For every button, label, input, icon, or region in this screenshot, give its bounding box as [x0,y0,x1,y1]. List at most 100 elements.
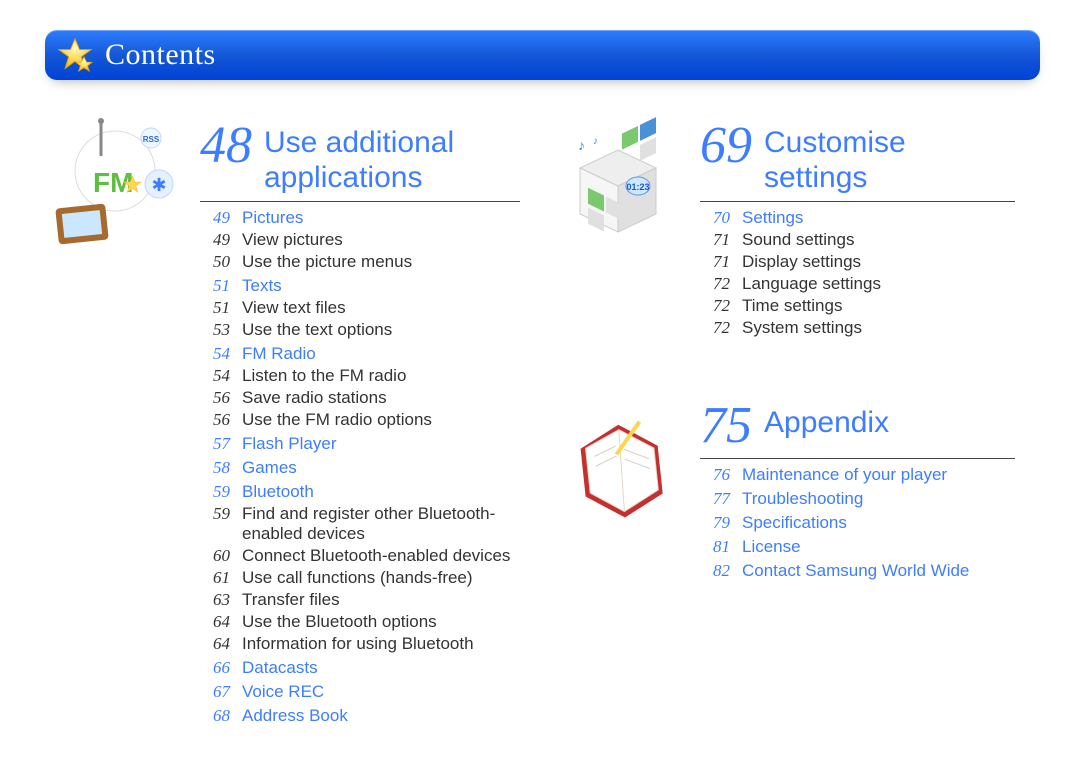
toc-item[interactable]: 60Connect Bluetooth-enabled devices [200,546,520,566]
toc-label: Flash Player [242,434,520,454]
toc-item[interactable]: 56 Save radio stations [200,388,520,408]
toc-section[interactable]: 66Datacasts [200,658,520,678]
left-column: RSS ✱ FM 48 Use additional applications [45,120,545,728]
toc-page-number: 71 [700,230,730,250]
toc-item[interactable]: 71Display settings [700,252,1015,272]
toc-page-number: 82 [700,561,730,581]
chapter-heading-appendix[interactable]: 75 Appendix [700,400,1015,452]
svg-text:✱: ✱ [151,175,166,195]
toc-label: Save radio stations [242,388,520,408]
toc-item[interactable]: 64Use the Bluetooth options [200,612,520,632]
toc-label: Time settings [742,296,1015,316]
notebook-icon [568,420,668,520]
toc-label: Games [242,458,520,478]
toc-page-number: 51 [200,298,230,318]
toc-item[interactable]: 54Listen to the FM radio [200,366,520,386]
toc-label: Voice REC [242,682,520,702]
toc-section[interactable]: 49Pictures [200,208,520,228]
toc-item[interactable]: 51 View text files [200,298,520,318]
toc-page-number: 66 [200,658,230,678]
toc-label: Use the FM radio options [242,410,520,430]
toc-page-number: 63 [200,590,230,610]
chapter-page-number: 69 [700,120,752,172]
toc-item[interactable]: 61Use call functions (hands-free) [200,568,520,588]
right-column: ♪ ♪ [545,120,1040,728]
divider [200,201,520,202]
chapter-heading-customise-settings[interactable]: 69 Customise settings [700,120,1015,195]
toc-section[interactable]: 77Troubleshooting [700,489,1015,509]
toc-item[interactable]: 59Find and register other Bluetooth-enab… [200,504,520,544]
toc-item[interactable]: 53Use the text options [200,320,520,340]
toc-section[interactable]: 59 Bluetooth [200,482,520,502]
toc-page-number: 56 [200,410,230,430]
toc-item[interactable]: 63 Transfer files [200,590,520,610]
toc-section[interactable]: 79Specifications [700,513,1015,533]
toc-item[interactable]: 56 Use the FM radio options [200,410,520,430]
toc-item[interactable]: 50Use the picture menus [200,252,520,272]
toc-item[interactable]: 71 Sound settings [700,230,1015,250]
toc-label: Sound settings [742,230,1015,250]
toc-label: Language settings [742,274,1015,294]
chapter-page-number: 48 [200,120,252,172]
toc-page-number: 72 [700,296,730,316]
divider [700,201,1015,202]
toc-section[interactable]: 57Flash Player [200,434,520,454]
svg-text:♪: ♪ [593,136,598,147]
toc-label: Information for using Bluetooth [242,634,520,654]
chapter-title: Use additional applications [264,126,520,195]
toc-section[interactable]: 81 License [700,537,1015,557]
chapter-heading-additional-apps[interactable]: 48 Use additional applications [200,120,520,195]
chapter-icon-cell [545,400,700,583]
svg-text:01:23: 01:23 [626,182,649,192]
toc-page-number: 81 [700,537,730,557]
toc-item[interactable]: 72 System settings [700,318,1015,338]
toc-label: Bluetooth [242,482,520,502]
rubiks-cube-icon: ♪ ♪ [568,140,668,240]
toc-section[interactable]: 70Settings [700,208,1015,228]
toc-item[interactable]: 49View pictures [200,230,520,250]
toc-page-number: 56 [200,388,230,408]
toc-page-number: 79 [700,513,730,533]
chapter-page-number: 75 [700,400,752,452]
toc-label: Maintenance of your player [742,465,1015,485]
toc-section[interactable]: 67 Voice REC [200,682,520,702]
toc-item[interactable]: 72 Language settings [700,274,1015,294]
toc-page-number: 50 [200,252,230,272]
toc-section[interactable]: 58 Games [200,458,520,478]
chapter-title: Appendix [764,406,889,441]
toc-label: License [742,537,1015,557]
right-block-settings: ♪ ♪ [545,120,1040,340]
toc-page-number: 59 [200,482,230,502]
page-body: RSS ✱ FM 48 Use additional applications [45,120,1040,728]
toc-section[interactable]: 68Address Book [200,706,520,726]
toc-page-number: 58 [200,458,230,478]
toc-page-number: 67 [200,682,230,702]
right2-content: 75 Appendix 76 Maintenance of your player… [700,400,1040,583]
toc-section[interactable]: 82 Contact Samsung World Wide [700,561,1015,581]
toc-list-left: 49Pictures49View pictures50Use the pictu… [200,208,520,726]
toc-label: System settings [742,318,1015,338]
toc-section[interactable]: 51Texts [200,276,520,296]
toc-page-number: 76 [700,465,730,485]
toc-label: View text files [242,298,520,318]
toc-item[interactable]: 64Information for using Bluetooth [200,634,520,654]
toc-label: Contact Samsung World Wide [742,561,1015,581]
toc-page-number: 70 [700,208,730,228]
toc-item[interactable]: 72 Time settings [700,296,1015,316]
toc-section[interactable]: 76 Maintenance of your player [700,465,1015,485]
toc-section[interactable]: 54FM Radio [200,344,520,364]
toc-page-number: 77 [700,489,730,509]
left-content: 48 Use additional applications 49Picture… [200,120,545,728]
toc-page-number: 51 [200,276,230,296]
toc-list-customise: 70Settings71Sound settings71Display sett… [700,208,1015,338]
toc-label: Use call functions (hands-free) [242,568,520,588]
toc-label: Find and register other Bluetooth-enable… [242,504,520,544]
toc-label: Transfer files [242,590,520,610]
toc-label: FM Radio [242,344,520,364]
chapter-icon-cell: RSS ✱ FM [45,120,200,728]
toc-page-number: 72 [700,318,730,338]
toc-page-number: 64 [200,612,230,632]
toc-page-number: 71 [700,252,730,272]
chapter-title: Customise settings [764,126,1015,195]
toc-page-number: 72 [700,274,730,294]
